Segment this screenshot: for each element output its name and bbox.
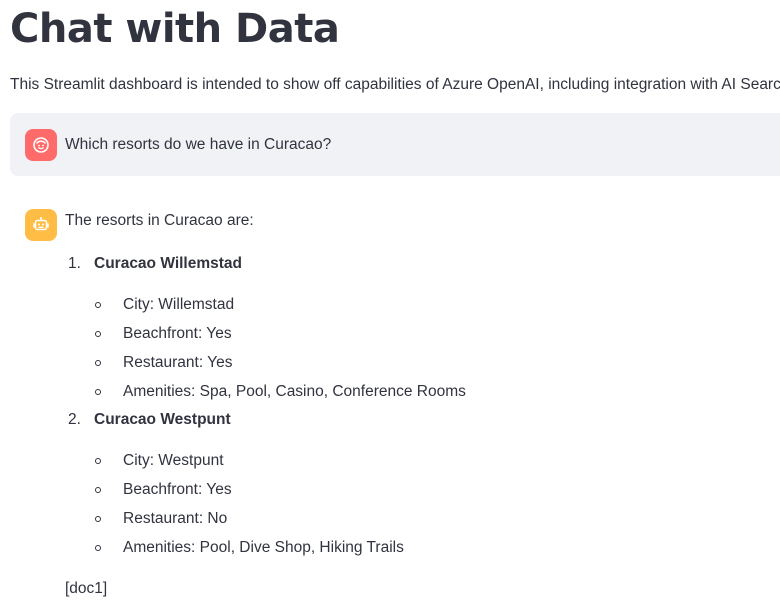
bullet-dot [95, 487, 101, 493]
resort-detail: Beachfront: Yes [123, 325, 232, 342]
citation-reference[interactable]: [doc1] [65, 578, 107, 600]
bullet-dot [95, 331, 101, 337]
user-avatar [25, 129, 57, 161]
resort-detail: Restaurant: No [123, 510, 228, 527]
bullet-dot [95, 360, 101, 366]
bullet-dot [95, 389, 101, 395]
user-chat-message: Which resorts do we have in Curacao? [10, 113, 780, 176]
bullet-dot [95, 302, 101, 308]
page-subtitle: This Streamlit dashboard is intended to … [10, 76, 780, 93]
resort-detail: Restaurant: Yes [123, 354, 233, 371]
bullet-dot [95, 458, 101, 464]
chat-page: Chat with Data This Streamlit dashboard … [0, 0, 780, 611]
resort-number: 2. [68, 411, 81, 428]
bullet-dot [95, 516, 101, 522]
page-title: Chat with Data [10, 6, 340, 52]
assistant-intro-text: The resorts in Curacao are: [65, 212, 254, 229]
assistant-avatar [25, 209, 57, 241]
assistant-chat-message: The resorts in Curacao are: 1. Curacao W… [0, 195, 780, 611]
robot-icon [33, 217, 49, 231]
resort-number: 1. [68, 255, 81, 272]
resort-detail: Beachfront: Yes [123, 481, 232, 498]
resort-detail: City: Willemstad [123, 296, 235, 313]
resort-detail: Amenities: Spa, Pool, Casino, Conference… [123, 383, 466, 400]
resort-name: Curacao Willemstad [94, 255, 243, 272]
resort-detail: City: Westpunt [123, 452, 224, 469]
bullet-dot [95, 545, 101, 551]
user-message-text: Which resorts do we have in Curacao? [65, 136, 332, 153]
face-icon [33, 137, 49, 153]
resort-name: Curacao Westpunt [94, 411, 231, 428]
resort-detail: Amenities: Pool, Dive Shop, Hiking Trail… [123, 539, 404, 556]
